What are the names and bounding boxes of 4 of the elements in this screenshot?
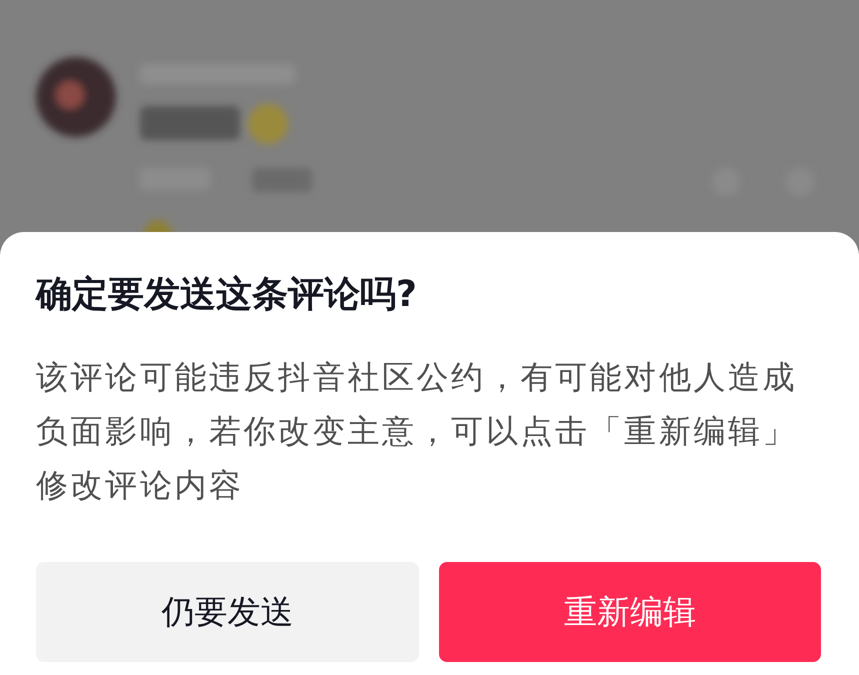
dialog-title: 确定要发送这条评论吗? (36, 273, 418, 317)
send-button[interactable]: 仍要发送 (36, 562, 418, 662)
edit-button[interactable]: 重新编辑 (438, 562, 821, 662)
dialog-message: 该评论可能违反抖音社区公约，有可能对他人造成负面影响，若你改变主意，可以点击「重新编辑」修改评论内容 (36, 357, 798, 506)
